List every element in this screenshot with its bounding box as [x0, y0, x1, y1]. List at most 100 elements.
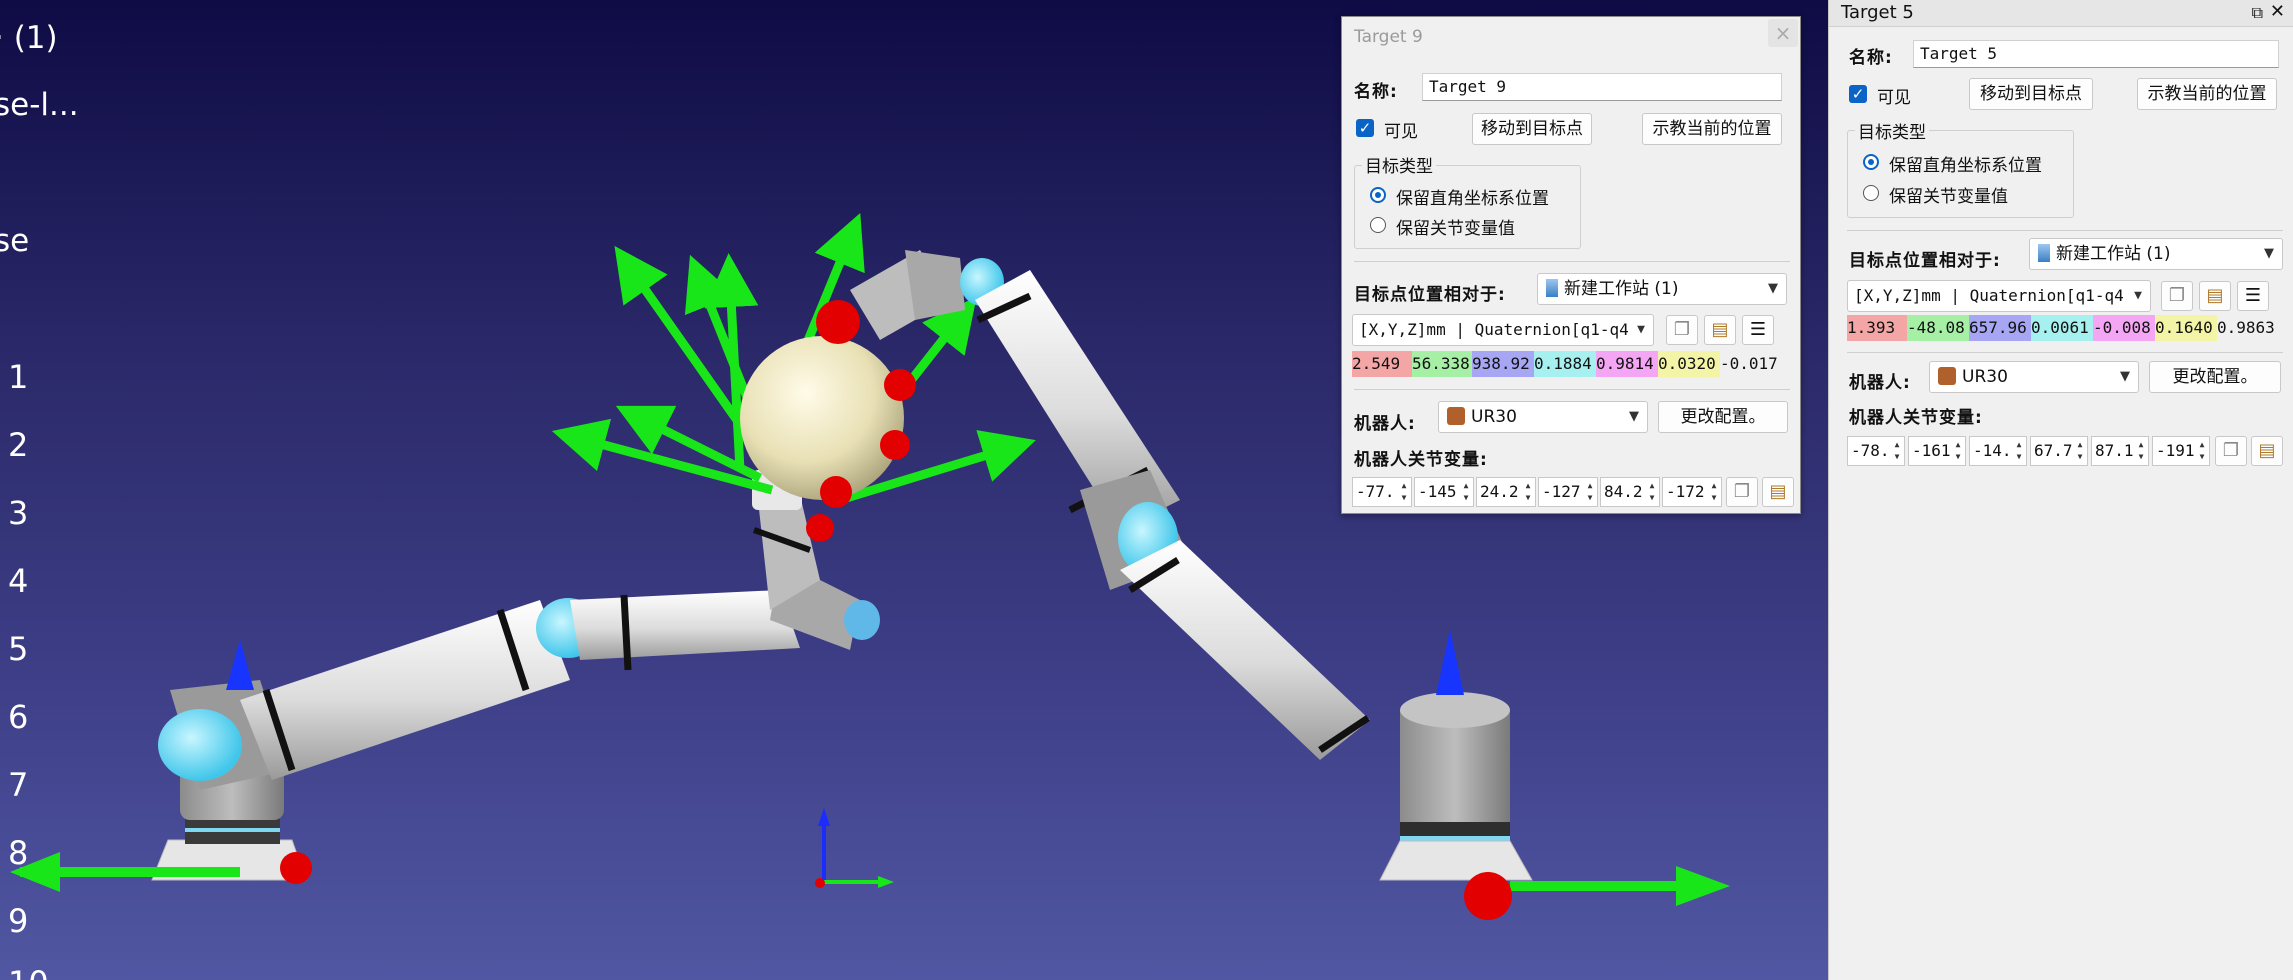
move-to-target-button[interactable]: 移动到目标点 [1969, 78, 2093, 110]
radio-joint[interactable] [1863, 185, 1879, 201]
name-field[interactable]: Target 5 [1913, 40, 2279, 68]
radio-cartesian[interactable] [1370, 187, 1386, 203]
paste-icon[interactable]: ▤ [2199, 281, 2231, 311]
pose-q3-value[interactable]: 0.0320 [1658, 351, 1720, 377]
tree-number[interactable]: 4 [8, 562, 28, 600]
copy-icon[interactable]: ❐ [2161, 281, 2193, 311]
spin-arrows-icon[interactable]: ▲ ▼ [1398, 480, 1410, 504]
pose-y-value[interactable]: -48.08 [1907, 315, 1969, 341]
visible-checkbox[interactable]: ✓ [1849, 85, 1867, 103]
tree-number[interactable]: 5 [8, 630, 28, 668]
joint-3-spinbox[interactable]: -14. ▲ ▼ [1969, 436, 2027, 466]
radio-cartesian-label: 保留直角坐标系位置 [1396, 189, 1549, 209]
pose-values-row: 2.549 56.338 938.92 0.1884 0.9814 0.0320… [1352, 351, 1792, 377]
restore-icon[interactable]: ⧉ [2252, 3, 2263, 23]
tree-number[interactable]: 8 [8, 834, 28, 872]
joints-label: 机器人关节变量: [1849, 408, 1983, 428]
pose-q2-value[interactable]: 0.9814 [1596, 351, 1658, 377]
robot-label: 机器人: [1849, 373, 1911, 393]
close-icon[interactable]: × [1768, 19, 1798, 47]
spin-arrows-icon[interactable]: ▲ ▼ [2013, 439, 2025, 463]
robot-select[interactable]: UR30 ▼ [1929, 361, 2139, 393]
close-icon[interactable]: ✕ [2270, 1, 2285, 22]
teach-current-position-button[interactable]: 示教当前的位置 [2137, 78, 2277, 110]
pose-format-select[interactable]: [X,Y,Z]mm | Quaternion[q1-q4 ▼ [1847, 280, 2151, 312]
pose-q4-value[interactable]: -0.017 [1720, 351, 1792, 377]
spin-arrows-icon[interactable]: ▲ ▼ [2135, 439, 2147, 463]
robot-icon [1447, 407, 1465, 425]
pose-q4-value[interactable]: 0.9863 [2217, 315, 2293, 341]
pose-x-value[interactable]: 1.393 [1847, 315, 1907, 341]
reference-frame-select[interactable]: 新建工作站 (1) ▼ [2029, 238, 2283, 270]
tree-number[interactable]: 3 [8, 494, 28, 532]
copy-icon[interactable]: ❐ [2215, 436, 2247, 466]
tree-number[interactable]: 1 [8, 358, 28, 396]
tree-item-title[interactable]: · (1) [0, 20, 58, 56]
pose-q3-value[interactable]: 0.1640 [2155, 315, 2217, 341]
separator [1847, 230, 2283, 231]
teach-current-position-button[interactable]: 示教当前的位置 [1642, 113, 1782, 145]
tree-item-label[interactable]: se [0, 223, 29, 259]
radio-joint[interactable] [1370, 217, 1386, 233]
copy-icon[interactable]: ❐ [1666, 315, 1698, 345]
tree-number[interactable]: 9 [8, 902, 28, 940]
joint-1-spinbox[interactable]: -77. ▲ ▼ [1352, 477, 1412, 507]
pose-z-value[interactable]: 938.92 [1472, 351, 1534, 377]
target-9-panel: Target 9 × 名称: Target 9 ✓ 可见 移动到目标点 示教当前… [1341, 16, 1801, 514]
spin-arrows-icon[interactable]: ▲ ▼ [2074, 439, 2086, 463]
menu-icon[interactable]: ☰ [2237, 281, 2269, 311]
tree-number[interactable]: 10 [8, 964, 49, 980]
joint-3-spinbox[interactable]: 24.2 ▲ ▼ [1476, 477, 1536, 507]
paste-icon[interactable]: ▤ [2251, 436, 2283, 466]
paste-icon[interactable]: ▤ [1704, 315, 1736, 345]
robot-label: 机器人: [1354, 414, 1416, 434]
radio-cartesian[interactable] [1863, 154, 1879, 170]
joint-5-spinbox[interactable]: 87.1 ▲ ▼ [2091, 436, 2149, 466]
joint-2-spinbox[interactable]: -161 ▲ ▼ [1908, 436, 1966, 466]
pose-format-select[interactable]: [X,Y,Z]mm | Quaternion[q1-q4 ▼ [1352, 314, 1654, 346]
change-config-button[interactable]: 更改配置。 [2149, 361, 2281, 393]
joint-4-spinbox[interactable]: 67.7 ▲ ▼ [2030, 436, 2088, 466]
menu-icon[interactable]: ☰ [1742, 315, 1774, 345]
joint-4-spinbox[interactable]: -127 ▲ ▼ [1538, 477, 1598, 507]
tree-number[interactable]: 7 [8, 766, 28, 804]
pose-q1-value[interactable]: 0.1884 [1534, 351, 1596, 377]
radio-cartesian-label: 保留直角坐标系位置 [1889, 156, 2042, 176]
joint-6-spinbox[interactable]: -191 ▲ ▼ [2152, 436, 2210, 466]
separator [1354, 389, 1790, 390]
spin-arrows-icon[interactable]: ▲ ▼ [1522, 480, 1534, 504]
joint-5-spinbox[interactable]: 84.2 ▲ ▼ [1600, 477, 1660, 507]
spin-arrows-icon[interactable]: ▲ ▼ [1646, 480, 1658, 504]
tree-item-subtitle[interactable]: se-l... [0, 87, 79, 123]
spin-arrows-icon[interactable]: ▲ ▼ [2196, 439, 2208, 463]
reference-frame-select[interactable]: 新建工作站 (1) ▼ [1537, 273, 1787, 305]
radio-joint-label: 保留关节变量值 [1889, 187, 2008, 207]
joint-1-spinbox[interactable]: -78. ▲ ▼ [1847, 436, 1905, 466]
spin-arrows-icon[interactable]: ▲ ▼ [1460, 480, 1472, 504]
robot-select[interactable]: UR30 ▼ [1438, 401, 1648, 433]
spin-arrows-icon[interactable]: ▲ ▼ [1584, 480, 1596, 504]
panel-title: Target 5 [1841, 2, 1914, 23]
pose-format-value: [X,Y,Z]mm | Quaternion[q1-q4 [1854, 286, 2124, 305]
pose-x-value[interactable]: 2.549 [1352, 351, 1412, 377]
pose-y-value[interactable]: 56.338 [1412, 351, 1472, 377]
spin-arrows-icon[interactable]: ▲ ▼ [1952, 439, 1964, 463]
tree-number[interactable]: 6 [8, 698, 28, 736]
visible-checkbox[interactable]: ✓ [1356, 119, 1374, 137]
pose-q2-value[interactable]: -0.008 [2093, 315, 2155, 341]
move-to-target-button[interactable]: 移动到目标点 [1472, 113, 1592, 145]
left-robot [151, 470, 880, 881]
joints-label: 机器人关节变量: [1354, 450, 1488, 470]
pose-z-value[interactable]: 657.96 [1969, 315, 2031, 341]
copy-icon[interactable]: ❐ [1726, 477, 1758, 507]
name-field[interactable]: Target 9 [1422, 73, 1782, 101]
change-config-button[interactable]: 更改配置。 [1658, 401, 1788, 433]
tree-number[interactable]: 2 [8, 426, 28, 464]
target-type-title: 目标类型 [1362, 152, 1436, 177]
joint-6-spinbox[interactable]: -172 ▲ ▼ [1662, 477, 1722, 507]
spin-arrows-icon[interactable]: ▲ ▼ [1891, 439, 1903, 463]
spin-arrows-icon[interactable]: ▲ ▼ [1708, 480, 1720, 504]
joint-2-spinbox[interactable]: -145 ▲ ▼ [1414, 477, 1474, 507]
paste-icon[interactable]: ▤ [1762, 477, 1794, 507]
pose-q1-value[interactable]: 0.0061 [2031, 315, 2093, 341]
